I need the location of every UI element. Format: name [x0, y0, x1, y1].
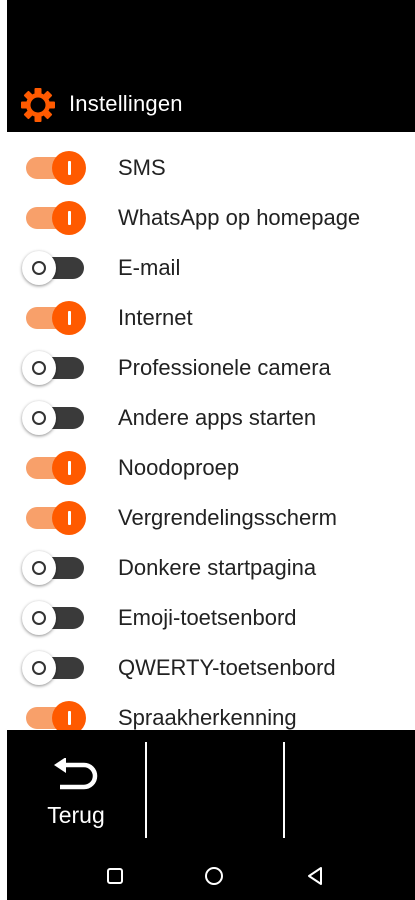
settings-screen: Instellingen SMS WhatsApp op homepage E-…	[7, 0, 415, 900]
recents-button[interactable]	[103, 864, 127, 888]
toggle-switch-off[interactable]	[22, 601, 86, 635]
setting-label: E-mail	[118, 255, 181, 280]
setting-row-qwerty-keyboard[interactable]: QWERTY-toetsenbord	[7, 643, 415, 693]
back-nav-button[interactable]	[303, 864, 327, 888]
setting-label: Spraakherkenning	[118, 705, 297, 730]
page-title: Instellingen	[69, 91, 183, 116]
header-bar: Instellingen	[7, 80, 415, 132]
back-triangle-icon	[308, 867, 322, 885]
setting-row-other-apps[interactable]: Andere apps starten	[7, 393, 415, 443]
setting-label: QWERTY-toetsenbord	[118, 655, 336, 680]
setting-row-email[interactable]: E-mail	[7, 243, 415, 293]
setting-label: Professionele camera	[118, 355, 331, 380]
setting-label: WhatsApp op homepage	[118, 205, 361, 230]
setting-row-emoji-keyboard[interactable]: Emoji-toetsenbord	[7, 593, 415, 643]
toggle-switch-on[interactable]	[22, 201, 86, 235]
setting-label: Vergrendelingsscherm	[118, 505, 337, 530]
setting-row-sms[interactable]: SMS	[7, 143, 415, 193]
toggle-switch-on[interactable]	[22, 151, 86, 185]
settings-list: SMS WhatsApp op homepage E-mail Internet…	[7, 143, 415, 730]
toggle-switch-off[interactable]	[22, 551, 86, 585]
toggle-switch-off[interactable]	[22, 251, 86, 285]
toggle-switch-off[interactable]	[22, 401, 86, 435]
toggle-switch-off[interactable]	[22, 351, 86, 385]
setting-label: Andere apps starten	[118, 405, 317, 430]
setting-label: Noodoproep	[118, 455, 240, 480]
setting-row-dark-home[interactable]: Donkere startpagina	[7, 543, 415, 593]
setting-label: SMS	[118, 155, 166, 180]
setting-row-whatsapp[interactable]: WhatsApp op homepage	[7, 193, 415, 243]
return-arrow-icon	[54, 758, 98, 790]
status-bar-area	[7, 0, 415, 80]
setting-label: Donkere startpagina	[118, 555, 317, 580]
empty-action-slot	[285, 730, 415, 852]
back-label: Terug	[47, 802, 105, 828]
toggle-switch-on[interactable]	[22, 501, 86, 535]
screen-edge	[0, 0, 7, 900]
back-button[interactable]: Terug	[7, 730, 145, 852]
empty-action-slot	[147, 730, 283, 852]
home-circle-icon	[205, 867, 223, 885]
recents-square-icon	[107, 868, 123, 884]
setting-row-internet[interactable]: Internet	[7, 293, 415, 343]
gear-icon	[21, 88, 55, 122]
toggle-switch-on[interactable]	[22, 301, 86, 335]
toggle-switch-on[interactable]	[22, 701, 86, 730]
setting-label: Emoji-toetsenbord	[118, 605, 297, 630]
setting-row-emergency[interactable]: Noodoproep	[7, 443, 415, 493]
home-button[interactable]	[202, 864, 226, 888]
system-nav-bar	[7, 852, 415, 900]
setting-row-lockscreen[interactable]: Vergrendelingsscherm	[7, 493, 415, 543]
setting-row-camera[interactable]: Professionele camera	[7, 343, 415, 393]
setting-label: Internet	[118, 305, 193, 330]
toggle-switch-off[interactable]	[22, 651, 86, 685]
setting-row-speech[interactable]: Spraakherkenning	[7, 693, 415, 730]
toggle-switch-on[interactable]	[22, 451, 86, 485]
bottom-action-bar: Terug	[7, 730, 415, 852]
